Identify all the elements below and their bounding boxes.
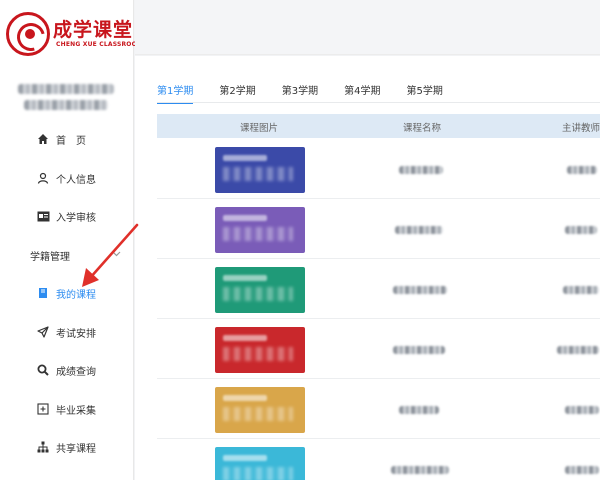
course-image[interactable] xyxy=(215,327,305,373)
main-content: 第1学期 第2学期 第3学期 第4学期 第5学期 课程图片 课程名称 主讲教师 xyxy=(135,56,600,480)
menu-label: 考试安排 xyxy=(56,328,96,340)
course-name-blurred xyxy=(393,346,445,354)
tab-semester-4[interactable]: 第4学期 xyxy=(344,82,380,104)
column-header-course-name: 课程名称 xyxy=(403,123,442,134)
teacher-name-blurred xyxy=(565,406,599,414)
menu-item-graduation-collection[interactable]: 毕业采集 xyxy=(0,394,134,424)
book-icon xyxy=(36,286,50,300)
tab-semester-1[interactable]: 第1学期 xyxy=(157,82,194,104)
column-header-teacher: 主讲教师 xyxy=(562,123,600,134)
menu-label: 成绩查询 xyxy=(56,366,96,378)
tab-semester-5[interactable]: 第5学期 xyxy=(407,82,443,104)
tab-semester-3[interactable]: 第3学期 xyxy=(282,82,318,104)
course-image[interactable] xyxy=(215,387,305,433)
paper-plane-icon xyxy=(36,325,50,339)
course-name-blurred xyxy=(395,226,443,234)
semester-tabs: 第1学期 第2学期 第3学期 第4学期 第5学期 xyxy=(157,82,469,104)
teacher-name-blurred xyxy=(557,346,599,354)
sidebar: 成学课堂 CHENG XUE CLASSROOM 首 页 个人信息 入学审核 学… xyxy=(0,0,143,480)
logo-subtitle: CHENG XUE CLASSROOM xyxy=(56,41,144,48)
teacher-name-blurred xyxy=(563,286,599,294)
menu-label: 入学审核 xyxy=(56,212,96,224)
menu-item-exam-schedule[interactable]: 考试安排 xyxy=(0,317,134,347)
course-image[interactable] xyxy=(215,267,305,313)
menu-group-label: 学籍管理 xyxy=(30,251,70,263)
course-image[interactable] xyxy=(215,447,305,480)
top-header xyxy=(135,0,600,55)
tab-semester-2[interactable]: 第2学期 xyxy=(219,82,255,104)
menu-label: 首 页 xyxy=(56,135,86,147)
chevron-down-icon xyxy=(112,250,121,260)
sitemap-icon xyxy=(36,440,50,454)
plus-square-icon xyxy=(36,402,50,416)
menu-group-student-records[interactable]: 学籍管理 xyxy=(0,240,134,270)
course-image[interactable] xyxy=(215,207,305,253)
table-row[interactable] xyxy=(157,140,600,199)
teacher-name-blurred xyxy=(567,166,597,174)
menu-label: 毕业采集 xyxy=(56,405,96,417)
menu-item-my-courses[interactable]: 我的课程 xyxy=(0,278,134,308)
menu-item-enrollment-review[interactable]: 入学审核 xyxy=(0,201,134,231)
course-image[interactable] xyxy=(215,147,305,193)
home-icon xyxy=(36,132,50,146)
user-name-blurred xyxy=(18,84,114,94)
menu-label: 个人信息 xyxy=(56,174,96,186)
logo-title: 成学课堂 xyxy=(53,19,134,41)
table-row[interactable] xyxy=(157,320,600,379)
table-row[interactable] xyxy=(157,260,600,319)
course-name-blurred xyxy=(393,286,447,294)
teacher-name-blurred xyxy=(565,466,599,474)
course-name-blurred xyxy=(399,406,439,414)
menu-item-grade-query[interactable]: 成绩查询 xyxy=(0,355,134,385)
column-header-image: 课程图片 xyxy=(240,123,279,134)
user-info-blurred xyxy=(24,100,108,110)
user-icon xyxy=(36,171,50,185)
menu-label: 我的课程 xyxy=(56,289,96,301)
table-row[interactable] xyxy=(157,380,600,439)
table-row[interactable] xyxy=(157,440,600,480)
search-icon xyxy=(36,363,50,377)
table-row[interactable] xyxy=(157,200,600,259)
course-name-blurred xyxy=(399,166,443,174)
course-name-blurred xyxy=(391,466,449,474)
teacher-name-blurred xyxy=(565,226,597,234)
menu-item-shared-courses[interactable]: 共享课程 xyxy=(0,432,134,462)
menu-item-home[interactable]: 首 页 xyxy=(0,124,134,154)
menu-item-profile[interactable]: 个人信息 xyxy=(0,163,134,193)
logo-mark-icon xyxy=(6,12,50,56)
id-card-icon xyxy=(36,209,50,223)
table-header: 课程图片 课程名称 主讲教师 xyxy=(157,114,600,138)
menu-label: 共享课程 xyxy=(56,443,96,455)
tab-divider xyxy=(157,102,600,103)
logo[interactable]: 成学课堂 CHENG XUE CLASSROOM xyxy=(6,12,143,58)
